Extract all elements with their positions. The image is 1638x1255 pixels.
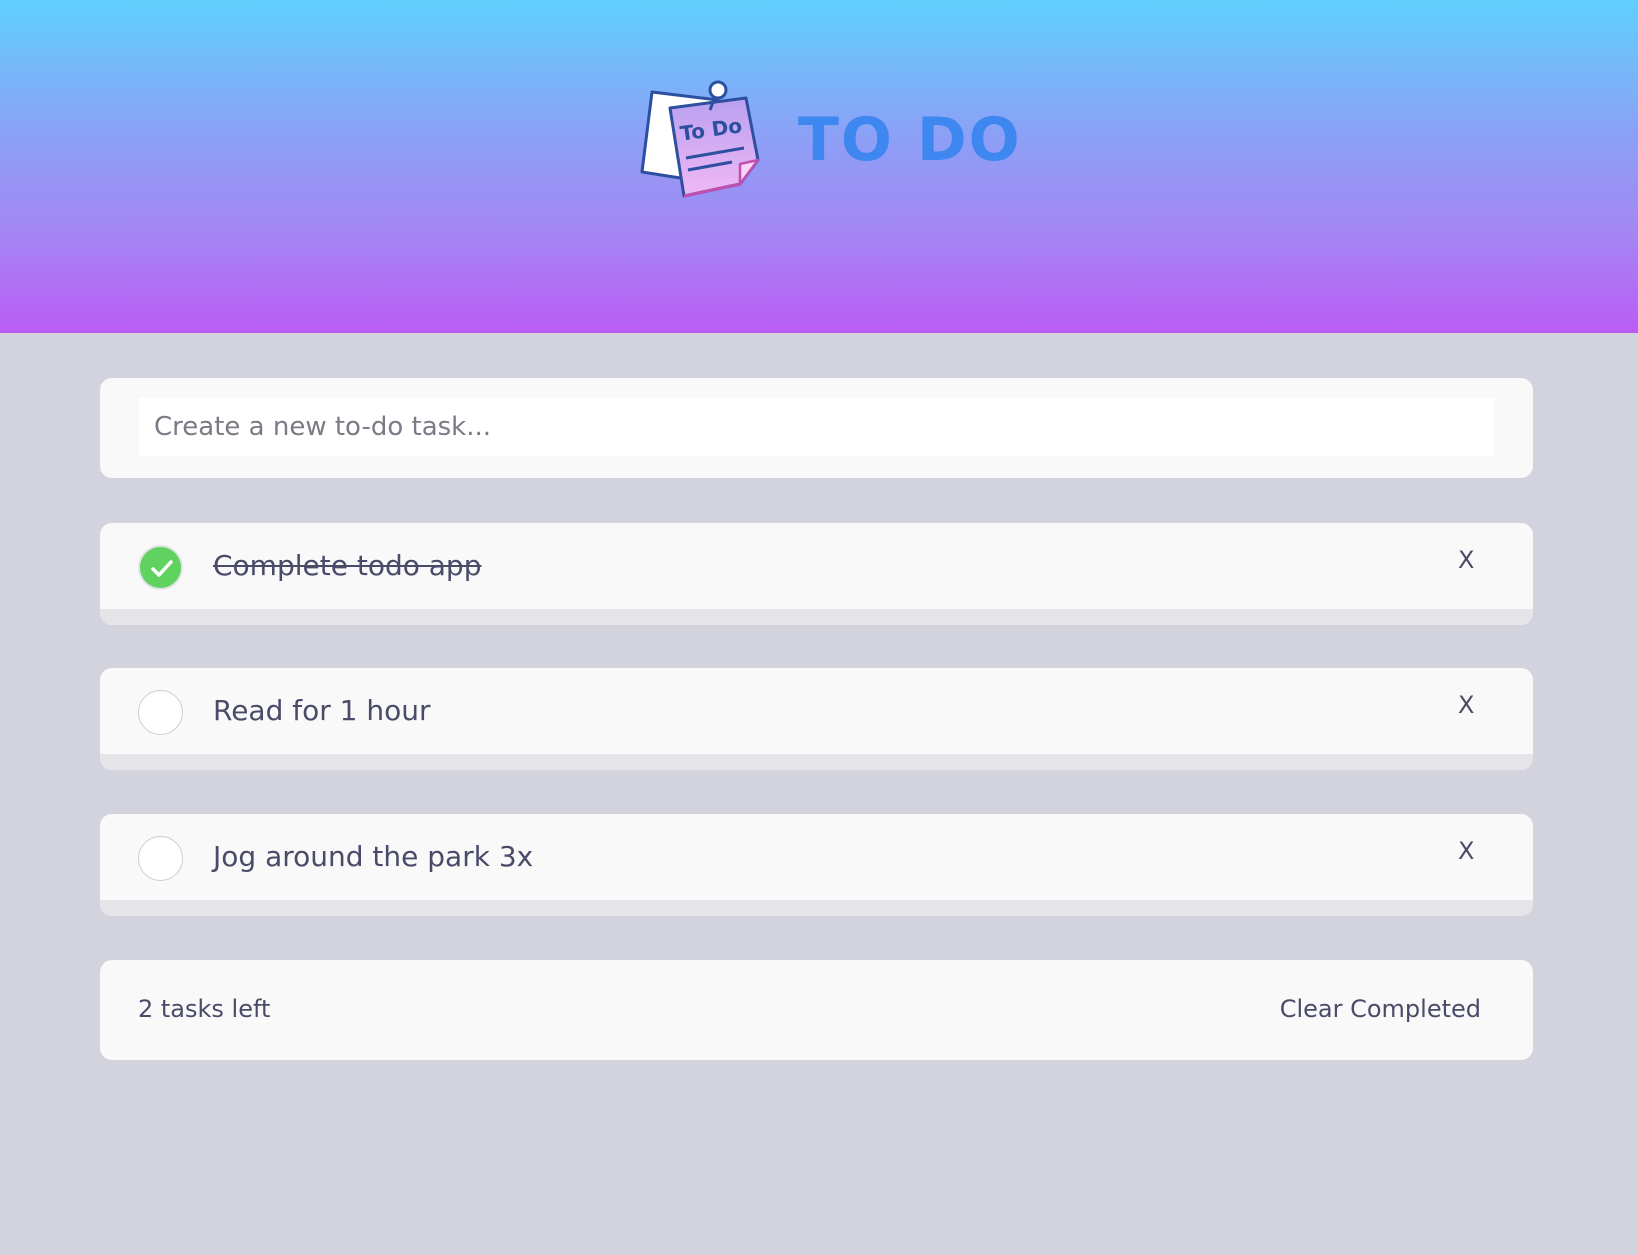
task-text: Complete todo app <box>213 549 482 582</box>
brand: To Do TO DO <box>640 80 1022 205</box>
tasks-left-count: 2 tasks left <box>138 995 271 1023</box>
task-item: Complete todo app X <box>100 523 1533 625</box>
card-bottom-strip <box>100 609 1533 625</box>
task-item: Read for 1 hour X <box>100 668 1533 770</box>
new-task-card <box>100 378 1533 478</box>
card-bottom-strip <box>100 754 1533 770</box>
sticky-note-icon: To Do <box>640 80 760 198</box>
task-checkbox[interactable] <box>138 836 183 881</box>
app-title: TO DO <box>798 104 1022 175</box>
delete-task-button[interactable]: X <box>1458 693 1474 717</box>
task-checkbox[interactable] <box>138 690 183 735</box>
delete-task-button[interactable]: X <box>1458 548 1474 572</box>
card-bottom-strip <box>100 900 1533 916</box>
checkmark-icon <box>151 560 173 577</box>
delete-task-button[interactable]: X <box>1458 839 1474 863</box>
new-task-input[interactable] <box>139 398 1494 456</box>
footer-card: 2 tasks left Clear Completed <box>100 960 1533 1060</box>
task-item: Jog around the park 3x X <box>100 814 1533 916</box>
clear-completed-button[interactable]: Clear Completed <box>1280 995 1481 1023</box>
header-banner: To Do TO DO <box>0 0 1638 333</box>
task-text: Read for 1 hour <box>213 694 431 727</box>
task-text: Jog around the park 3x <box>213 840 534 873</box>
task-checkbox[interactable] <box>138 545 183 590</box>
